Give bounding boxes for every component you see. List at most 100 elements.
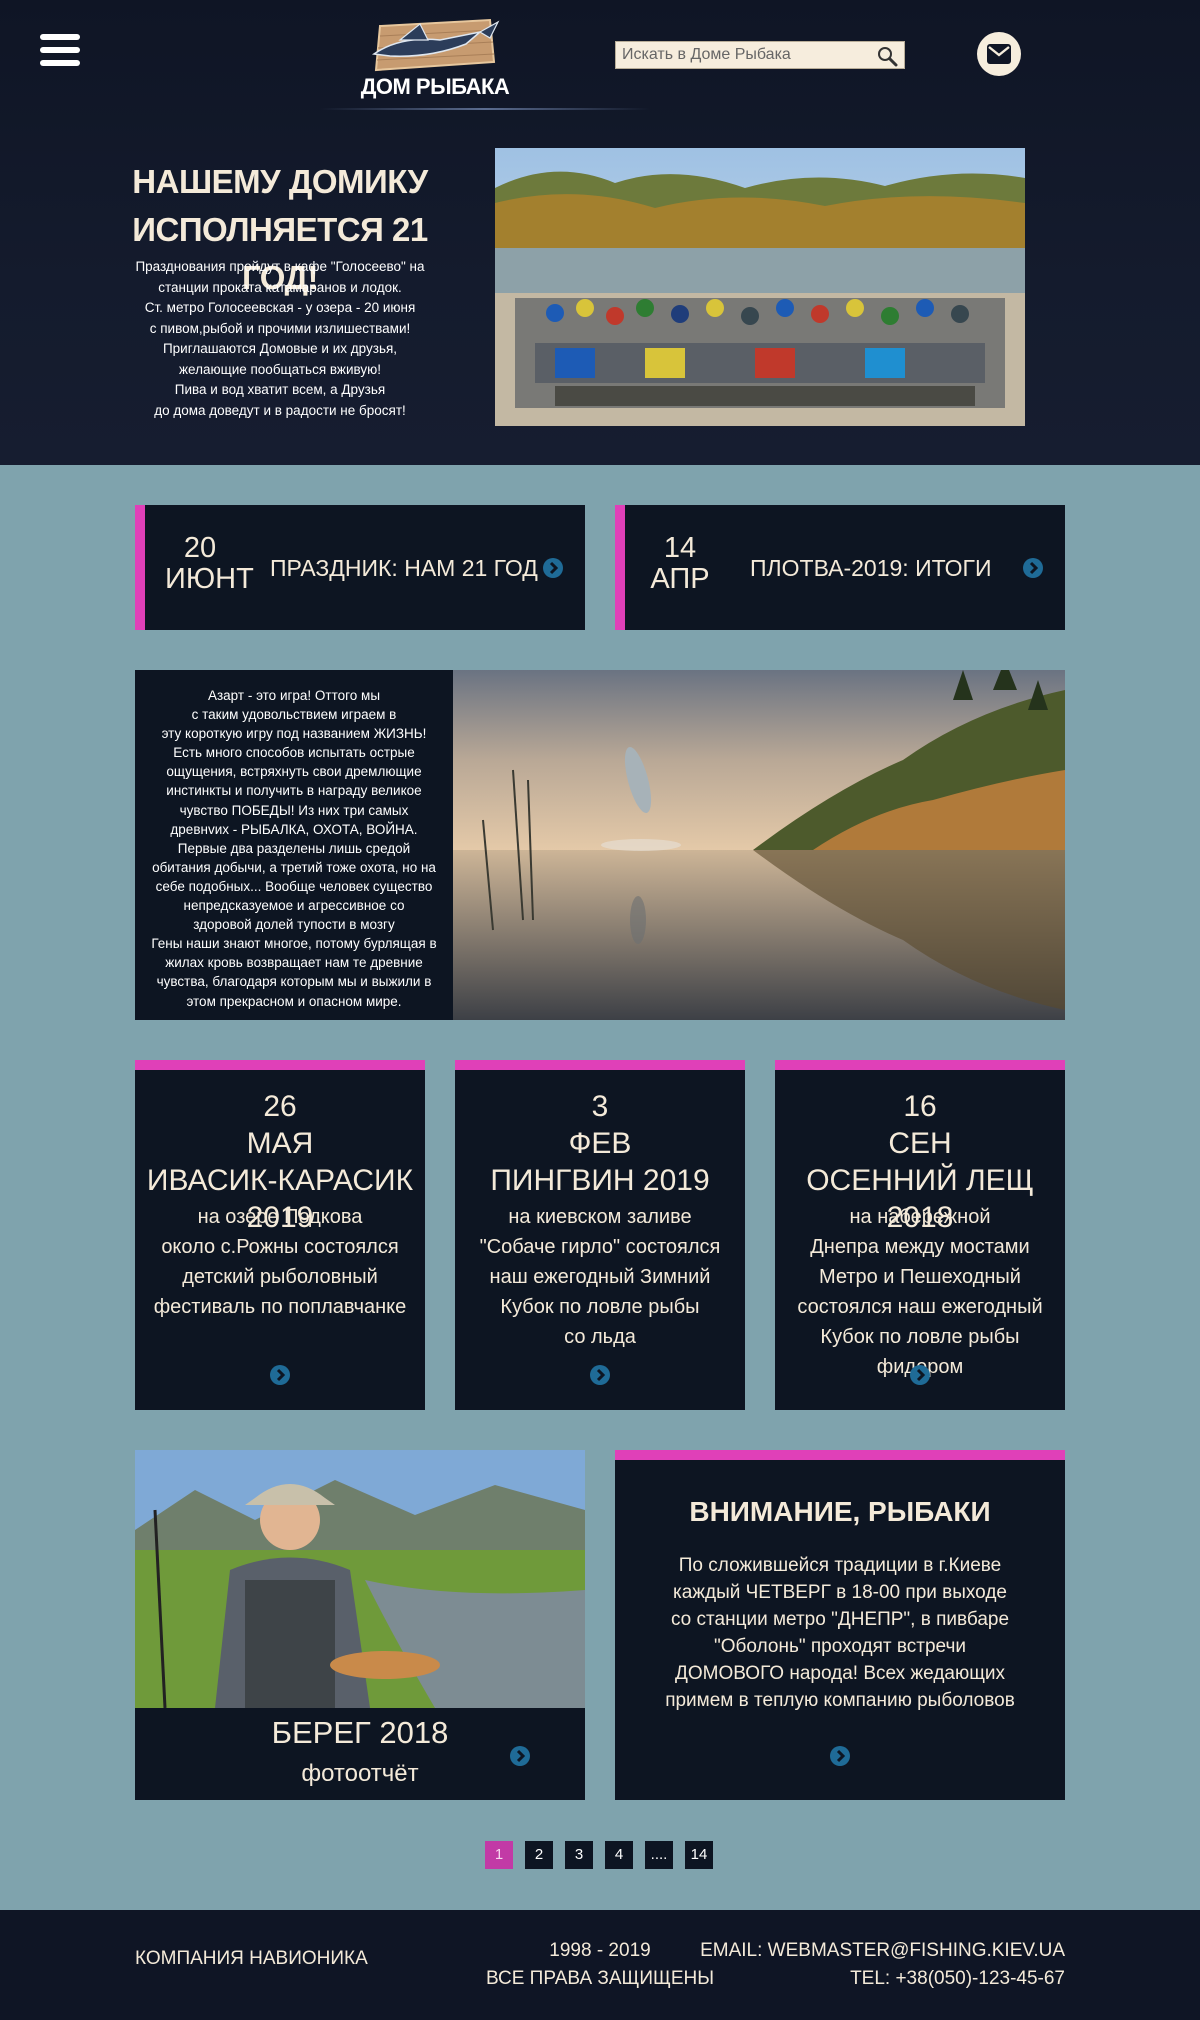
chevron-right-circle-icon[interactable] [830, 1746, 850, 1766]
page-button-2[interactable]: 2 [525, 1841, 553, 1869]
news-date: 14 АПР [645, 533, 715, 595]
page-button-4[interactable]: 4 [605, 1841, 633, 1869]
event-desc-line: Днепра между мостами [810, 1236, 1030, 1258]
news-card[interactable]: 14 АПР ПЛОТВА-2019: ИТОГИ [615, 505, 1065, 630]
chevron-right-circle-icon[interactable] [590, 1365, 610, 1385]
hero-text-line: до дома доведут и в радости не бросят! [154, 402, 406, 418]
notice-line: По сложившейся традиции в г.Киеве [678, 1555, 1002, 1576]
menu-icon-bar [40, 60, 80, 66]
article: Азарт - это игра! Оттого мы с таким удов… [135, 670, 1065, 1020]
header-divider [320, 108, 650, 110]
footer-company: КОМПАНИЯ НАВИОНИКА [135, 1948, 368, 1969]
news-day: 14 [663, 532, 697, 564]
article-line: этом прекрасном и опасном мире. [186, 993, 402, 1009]
footer: КОМПАНИЯ НАВИОНИКА 1998 - 2019 ВСЕ ПРАВА… [0, 1910, 1200, 2020]
news-card[interactable]: 20 ИЮНТ ПРАЗДНИК: НАМ 21 ГОД [135, 505, 585, 630]
notice-line: каждый ЧЕТВЕРГ в 18-00 при выходе [672, 1582, 1007, 1603]
notice-line: со станции метро "ДНЕПР", в пивбаре [670, 1609, 1010, 1630]
event-desc-line: со льда [564, 1326, 636, 1348]
footer-email-link[interactable]: EMAIL: WEBMASTER@FISHING.KIEV.UA [700, 1937, 1065, 1965]
logo[interactable]: ДОМ РЫБАКА [360, 16, 510, 104]
event-card: 3 ФЕВ ПИНГВИН 2019 на киевском заливе "С… [455, 1060, 745, 1410]
hero-text-line: с пивом,рыбой и прочими излишествами! [149, 320, 411, 336]
news-title: ПЛОТВА-2019: ИТОГИ [750, 555, 992, 581]
article-line: инстинкты и получить в награду великое [166, 783, 422, 799]
event-title: ПИНГВИН 2019 [490, 1164, 710, 1197]
search-input[interactable] [616, 42, 866, 68]
hero-text-line: станции проката катамаранов и лодок. [158, 279, 402, 295]
article-line: непредсказуемое и агрессивное со [183, 898, 405, 914]
logo-text: ДОМ РЫБАКА [360, 74, 510, 99]
event-desc-line: Кубок по ловле рыбы [500, 1296, 700, 1318]
chevron-right-circle-icon[interactable] [1023, 558, 1043, 578]
mail-icon [987, 44, 1011, 64]
chevron-right-circle-icon[interactable] [270, 1365, 290, 1385]
article-line: чувство ПОБЕДЫ! Из них три самых [179, 802, 409, 818]
event-desc-line: детский рыболовный [182, 1266, 378, 1288]
chevron-right-circle-icon[interactable] [543, 558, 563, 578]
fish-logo-icon [371, 18, 500, 72]
article-line: Гены наши знают многое, потому бурлящая … [151, 936, 437, 952]
event-desc-line: на озере Подкова [197, 1206, 363, 1228]
event-desc-line: состоялся наш ежегодный [797, 1296, 1043, 1318]
event-day: 16 [903, 1090, 937, 1123]
event-month: СЕН [888, 1127, 952, 1160]
footer-contacts: EMAIL: WEBMASTER@FISHING.KIEV.UA TEL: +3… [700, 1937, 1065, 1993]
search-box [615, 41, 905, 69]
article-line: с таким удовольствием играем в [191, 707, 397, 723]
notice-title: ВНИМАНИЕ, РЫБАКИ [689, 1496, 991, 1527]
hero-text: Празднования пройдут в кафе "Голосеево" … [120, 257, 440, 421]
news-month: АПР [650, 563, 710, 595]
event-description: на озере Подкова около с.Рожны состоялся… [135, 1202, 425, 1322]
hero-group-photo [495, 148, 1025, 426]
page-ellipsis[interactable]: .... [645, 1841, 673, 1869]
event-month: ФЕВ [568, 1127, 632, 1160]
page-button-1[interactable]: 1 [485, 1841, 513, 1869]
search-icon[interactable] [876, 45, 898, 67]
event-desc-line: на киевском заливе [508, 1206, 692, 1228]
menu-button[interactable] [40, 34, 80, 74]
hero-text-line: Ст. метро Голосеевская - у озера - 20 ию… [144, 300, 416, 315]
article-line: себе подобных... Вообще человек существо [155, 878, 433, 894]
event-day: 26 [263, 1090, 297, 1123]
event-desc-line: "Собаче гирло" состоялся [479, 1236, 721, 1258]
notice-text: По сложившейся традиции в г.Киеве каждый… [615, 1552, 1065, 1714]
event-description: на набережной Днепра между мостами Метро… [775, 1202, 1065, 1382]
angler-photo [135, 1450, 585, 1708]
article-line: жилах кровь возвращает нам те древние [165, 955, 423, 971]
chevron-right-circle-icon[interactable] [910, 1365, 930, 1385]
menu-icon [40, 34, 80, 40]
article-line: Азарт - это игра! Оттого мы [207, 688, 381, 703]
article-line: Есть много способов испытать острые [173, 745, 415, 761]
article-line: обитания добычи, а третий тоже охота, но… [152, 859, 436, 875]
article-line: здоровой долей тупости в мозгу [193, 917, 395, 933]
event-desc-line: около с.Рожны состоялся [161, 1236, 399, 1258]
menu-icon-bar [40, 47, 80, 53]
article-line: эту короткую игру под названием ЖИЗНЬ! [161, 726, 427, 742]
article-line: древнvих - РЫБАЛКА, ОХОТА, ВОЙНА. [170, 821, 418, 837]
chevron-right-circle-icon[interactable] [510, 1746, 530, 1766]
event-desc-line: на набережной [849, 1206, 991, 1228]
news-month: ИЮНТ [165, 563, 254, 595]
event-card: 26 МАЯ ИВАСИК-КАРАСИК 2019 на озере Подк… [135, 1060, 425, 1410]
notice-line: примем в теплую компанию рыболовов [665, 1690, 1015, 1711]
jumping-fish-photo [453, 670, 1065, 1020]
mail-button[interactable] [977, 32, 1021, 76]
page-button-14[interactable]: 14 [685, 1841, 713, 1869]
hero-text-line: Приглашаются Домовые и их друзья, [162, 341, 398, 356]
event-desc-line: Метро и Пешеходный [819, 1266, 1021, 1288]
news-date: 20 ИЮНТ [165, 532, 254, 595]
notice-line: "Оболонь" проходят встречи [714, 1636, 966, 1657]
event-card: 16 СЕН ОСЕННИЙ ЛЕЩ 2018 на набережной Дн… [775, 1060, 1065, 1410]
news-day: 20 [183, 532, 217, 564]
page-button-3[interactable]: 3 [565, 1841, 593, 1869]
photo-report-card[interactable]: БЕРЕГ 2018 фотоотчёт [135, 1450, 585, 1800]
article-line: ощущения, встряхнуть свои дремлющие [166, 764, 422, 780]
event-desc-line: фестиваль по поплавчанке [153, 1296, 407, 1318]
notice-line: ДОМОВОГО народа! Всех жедающих [675, 1663, 1005, 1684]
hero-title-line: НАШЕМУ ДОМИКУ [132, 163, 428, 200]
event-description: на киевском заливе "Собаче гирло" состоя… [455, 1202, 745, 1352]
event-month: МАЯ [246, 1127, 314, 1160]
hero-text-line: Пива и вод хватит всем, а Друзья [174, 382, 386, 397]
notice-card: ВНИМАНИЕ, РЫБАКИ По сложившейся традиции… [615, 1450, 1065, 1800]
